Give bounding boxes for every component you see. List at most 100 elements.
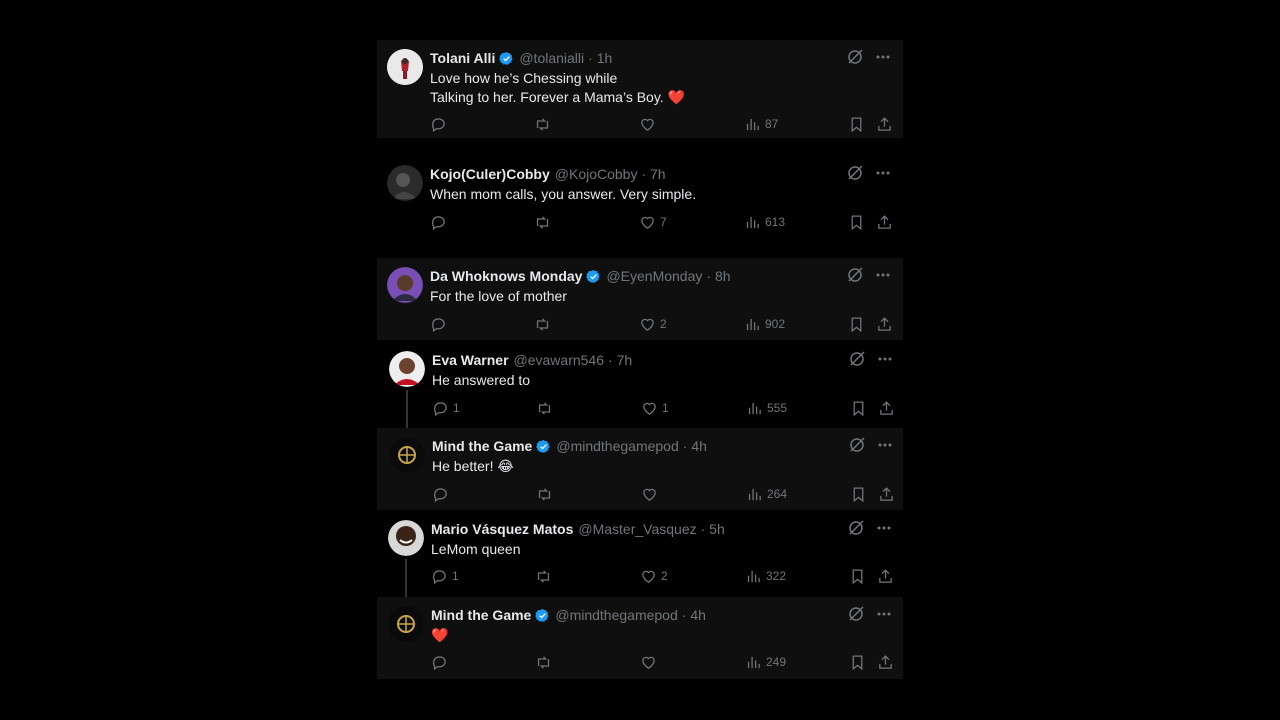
reply-icon — [432, 215, 445, 230]
like-button[interactable] — [640, 653, 661, 671]
tweet[interactable]: Mind the Game @mindthegamepod · 4h He be… — [377, 428, 903, 510]
more-icon[interactable] — [875, 267, 891, 283]
bookmark-button[interactable] — [848, 213, 865, 231]
grok-icon[interactable] — [848, 520, 864, 536]
more-icon[interactable] — [877, 351, 893, 367]
like-button[interactable] — [641, 485, 662, 503]
avatar[interactable] — [387, 165, 423, 201]
avatar[interactable] — [388, 606, 424, 642]
reply-button[interactable] — [432, 485, 453, 503]
timestamp[interactable]: · 5h — [701, 520, 725, 538]
bookmark-button[interactable] — [849, 653, 866, 671]
share-icon — [880, 400, 893, 415]
timestamp[interactable]: · 7h — [608, 351, 632, 369]
author-name[interactable]: Tolani Alli — [430, 49, 495, 67]
reply-button[interactable] — [430, 213, 451, 231]
bookmark-button[interactable] — [848, 115, 865, 133]
grok-icon[interactable] — [847, 267, 863, 283]
reply-button[interactable] — [430, 315, 451, 333]
views-button[interactable]: 264 — [746, 485, 787, 503]
share-button[interactable] — [876, 213, 893, 231]
retweet-button[interactable] — [536, 399, 553, 417]
more-icon[interactable] — [875, 165, 891, 181]
bookmark-icon — [852, 568, 863, 584]
bookmark-button[interactable] — [848, 315, 865, 333]
share-button[interactable] — [876, 115, 893, 133]
timestamp[interactable]: · 4h — [682, 606, 706, 624]
tweet-actions: 2 902 — [430, 315, 898, 333]
grok-icon[interactable] — [849, 351, 865, 367]
author-handle[interactable]: @mindthegamepod — [556, 437, 678, 455]
tweet[interactable]: Kojo(Culer)Cobby @KojoCobby · 7h When mo… — [377, 156, 903, 241]
bookmark-button[interactable] — [850, 399, 867, 417]
timestamp[interactable]: · 8h — [706, 267, 730, 285]
author-name[interactable]: Mind the Game — [431, 606, 531, 624]
timestamp[interactable]: · 1h — [588, 49, 612, 67]
reply-button[interactable] — [431, 653, 452, 671]
views-button[interactable]: 902 — [744, 315, 785, 333]
retweet-button[interactable] — [534, 115, 551, 133]
timestamp[interactable]: · 4h — [683, 437, 707, 455]
like-button[interactable]: 7 — [639, 213, 667, 231]
share-button[interactable] — [878, 399, 895, 417]
avatar[interactable] — [387, 49, 423, 85]
like-button[interactable]: 2 — [639, 315, 667, 333]
tweet-text-line: For the love of mother — [430, 288, 567, 304]
tweet[interactable]: Eva Warner @evawarn546 · 7h He answered … — [377, 342, 903, 430]
tweet[interactable]: Tolani Alli @tolanialli · 1h Love how he… — [377, 40, 903, 138]
more-icon[interactable] — [876, 520, 892, 536]
share-button[interactable] — [877, 567, 894, 585]
reply-button[interactable] — [430, 115, 451, 133]
share-button[interactable] — [876, 315, 893, 333]
tweet[interactable]: Da Whoknows Monday @EyenMonday · 8h For … — [377, 258, 903, 340]
retweet-button[interactable] — [535, 653, 552, 671]
reply-button[interactable]: 1 — [432, 399, 460, 417]
tweet[interactable]: Mario Vásquez Matos @Master_Vasquez · 5h… — [377, 511, 903, 599]
avatar[interactable] — [388, 520, 424, 556]
bookmark-button[interactable] — [849, 567, 866, 585]
grok-icon[interactable] — [848, 606, 864, 622]
like-icon — [643, 488, 656, 501]
author-handle[interactable]: @KojoCobby — [555, 165, 638, 183]
more-icon[interactable] — [877, 437, 893, 453]
like-button[interactable]: 2 — [640, 567, 668, 585]
avatar[interactable] — [387, 267, 423, 303]
author-name[interactable]: Mind the Game — [432, 437, 532, 455]
author-handle[interactable]: @mindthegamepod — [555, 606, 677, 624]
author-handle[interactable]: @tolanialli — [519, 49, 584, 67]
more-icon[interactable] — [875, 49, 891, 65]
reply-button[interactable]: 1 — [431, 567, 459, 585]
views-button[interactable]: 613 — [744, 213, 785, 231]
author-handle[interactable]: @EyenMonday — [606, 267, 702, 285]
share-button[interactable] — [877, 653, 894, 671]
author-handle[interactable]: @evawarn546 — [514, 351, 605, 369]
views-button[interactable]: 249 — [745, 653, 786, 671]
author-handle[interactable]: @Master_Vasquez — [578, 520, 696, 538]
avatar[interactable] — [389, 437, 425, 473]
views-button[interactable]: 322 — [745, 567, 786, 585]
tweet-header: Mind the Game @mindthegamepod · 4h — [431, 606, 706, 624]
like-icon — [641, 318, 654, 331]
tweet[interactable]: Mind the Game @mindthegamepod · 4h ❤️ 24… — [377, 597, 903, 679]
like-button[interactable]: 1 — [641, 399, 669, 417]
timestamp[interactable]: · 7h — [641, 165, 665, 183]
share-button[interactable] — [878, 485, 895, 503]
avatar[interactable] — [389, 351, 425, 387]
bookmark-button[interactable] — [850, 485, 867, 503]
retweet-button[interactable] — [534, 213, 551, 231]
grok-icon[interactable] — [847, 49, 863, 65]
like-icon — [641, 118, 654, 131]
like-button[interactable] — [639, 115, 660, 133]
grok-icon[interactable] — [849, 437, 865, 453]
author-name[interactable]: Kojo(Culer)Cobby — [430, 165, 550, 183]
grok-icon[interactable] — [847, 165, 863, 181]
retweet-button[interactable] — [535, 567, 552, 585]
retweet-button[interactable] — [534, 315, 551, 333]
more-icon[interactable] — [876, 606, 892, 622]
views-button[interactable]: 87 — [744, 115, 778, 133]
views-button[interactable]: 555 — [746, 399, 787, 417]
author-name[interactable]: Da Whoknows Monday — [430, 267, 582, 285]
retweet-button[interactable] — [536, 485, 553, 503]
author-name[interactable]: Mario Vásquez Matos — [431, 520, 573, 538]
author-name[interactable]: Eva Warner — [432, 351, 509, 369]
